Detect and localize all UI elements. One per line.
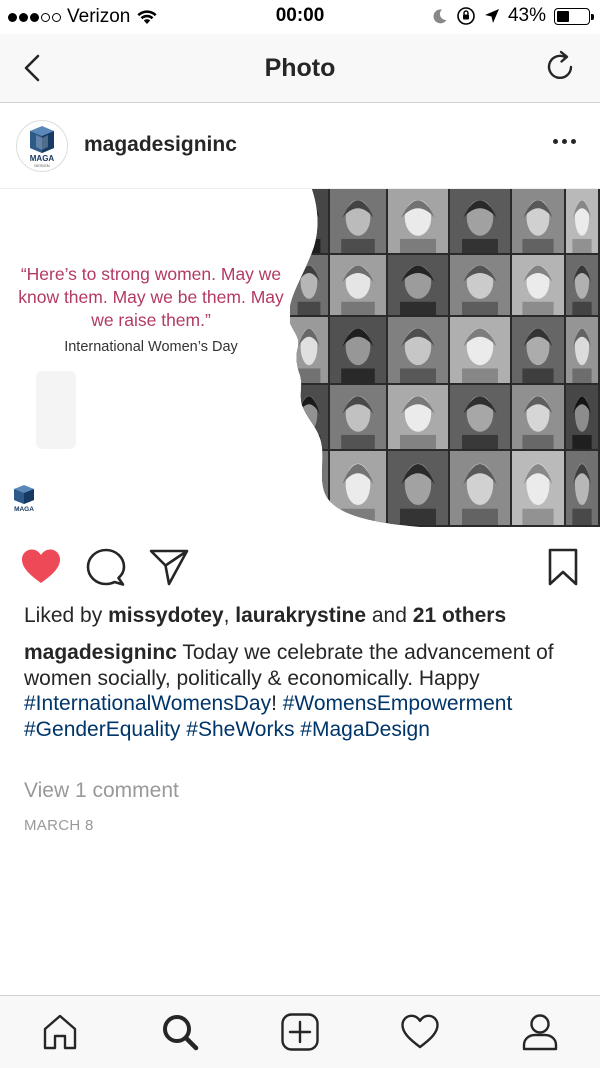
- portrait-tile: [512, 451, 564, 525]
- post-photo[interactable]: “Here’s to strong women. May we know the…: [0, 189, 600, 527]
- hashtag-link[interactable]: #SheWorks: [186, 718, 294, 741]
- refresh-icon[interactable]: [544, 50, 578, 84]
- portrait-tile: [566, 255, 598, 315]
- portrait-tile: [512, 385, 564, 449]
- portrait-tile: [290, 451, 328, 525]
- caption-punctuation: !: [271, 692, 283, 715]
- portrait-tile: [512, 189, 564, 253]
- likes-prefix: Liked by: [24, 604, 109, 627]
- hashtag-link[interactable]: #InternationalWomensDay: [24, 692, 271, 715]
- portrait-tile: [330, 189, 386, 253]
- post-header: MAGA DESIGN magadesigninc: [0, 103, 600, 189]
- do-not-disturb-moon-icon: [433, 9, 447, 24]
- comment-bubble-icon[interactable]: [85, 546, 127, 588]
- post-caption: magadesigninc Today we celebrate the adv…: [24, 640, 580, 742]
- likes-others-link[interactable]: 21 others: [413, 604, 506, 627]
- likes-separator: ,: [223, 604, 236, 627]
- portrait-tile: [330, 451, 386, 525]
- likes-summary[interactable]: Liked by missydotey, laurakrystine and 2…: [24, 604, 506, 628]
- image-quote-text: “Here’s to strong women. May we know the…: [18, 264, 284, 330]
- avatar-logo-subtext: DESIGN: [34, 163, 49, 168]
- add-icon[interactable]: [280, 1012, 320, 1052]
- avatar[interactable]: MAGA DESIGN: [16, 120, 68, 172]
- portrait-tile: [450, 189, 510, 253]
- status-right: 43%: [432, 5, 594, 27]
- portrait-tile: [388, 189, 448, 253]
- watermark-logo-text: MAGA: [14, 506, 34, 513]
- liker-username-1[interactable]: missydotey: [108, 604, 224, 627]
- portrait-tile: [290, 189, 328, 253]
- post-action-bar: [0, 540, 600, 594]
- hashtag-link[interactable]: #GenderEquality: [24, 718, 180, 741]
- like-heart-icon[interactable]: [20, 546, 62, 588]
- portrait-tile: [566, 189, 598, 253]
- search-icon[interactable]: [160, 1012, 200, 1052]
- view-comments-link[interactable]: View 1 comment: [24, 779, 179, 803]
- portrait-tile: [388, 385, 448, 449]
- activity-heart-icon[interactable]: [400, 1012, 440, 1052]
- battery-percent: 43%: [507, 5, 546, 26]
- status-bar: Verizon 00:00 43%: [0, 0, 600, 34]
- portrait-tile: [450, 317, 510, 383]
- navigation-bar: Photo: [0, 34, 600, 103]
- portrait-tile: [566, 317, 598, 383]
- portrait-tile: [330, 385, 386, 449]
- image-subtitle-text: International Women’s Day: [64, 339, 238, 355]
- women-collage-image: [36, 189, 600, 527]
- portrait-tile: [512, 255, 564, 315]
- bottom-tab-bar: [0, 995, 600, 1068]
- portrait-tile: [388, 317, 448, 383]
- battery-icon: [554, 7, 594, 25]
- portrait-tile: [566, 385, 598, 449]
- portrait-tile: [330, 317, 386, 383]
- caption-username[interactable]: magadesigninc: [24, 641, 177, 664]
- portrait-tile: [388, 451, 448, 525]
- watermark-logo-icon: MAGA: [14, 485, 34, 513]
- portrait-tile: [512, 317, 564, 383]
- portrait-tile: [450, 385, 510, 449]
- post-username[interactable]: magadesigninc: [84, 133, 237, 157]
- bookmark-save-icon[interactable]: [542, 546, 584, 588]
- home-icon[interactable]: [40, 1012, 80, 1052]
- more-options-icon[interactable]: [553, 139, 576, 144]
- maga-logo-icon: MAGA DESIGN: [30, 126, 55, 168]
- likes-and: and: [366, 604, 413, 627]
- battery-level: [557, 10, 569, 22]
- hashtag-link[interactable]: #WomensEmpowerment: [283, 692, 513, 715]
- profile-icon[interactable]: [520, 1012, 560, 1052]
- orientation-lock-icon: [457, 7, 475, 25]
- post-date: MARCH 8: [24, 817, 94, 834]
- avatar-logo-text: MAGA: [30, 154, 55, 163]
- liker-username-2[interactable]: laurakrystine: [235, 604, 366, 627]
- hashtag-link[interactable]: #MagaDesign: [300, 718, 430, 741]
- portrait-tile: [566, 451, 598, 525]
- portrait-tile: [290, 385, 328, 449]
- location-arrow-icon: [484, 9, 499, 23]
- portrait-tile: [450, 451, 510, 525]
- portrait-tile: [388, 255, 448, 315]
- share-send-icon[interactable]: [148, 546, 190, 588]
- portrait-tile: [450, 255, 510, 315]
- portrait-tile: [330, 255, 386, 315]
- page-title: Photo: [264, 54, 336, 82]
